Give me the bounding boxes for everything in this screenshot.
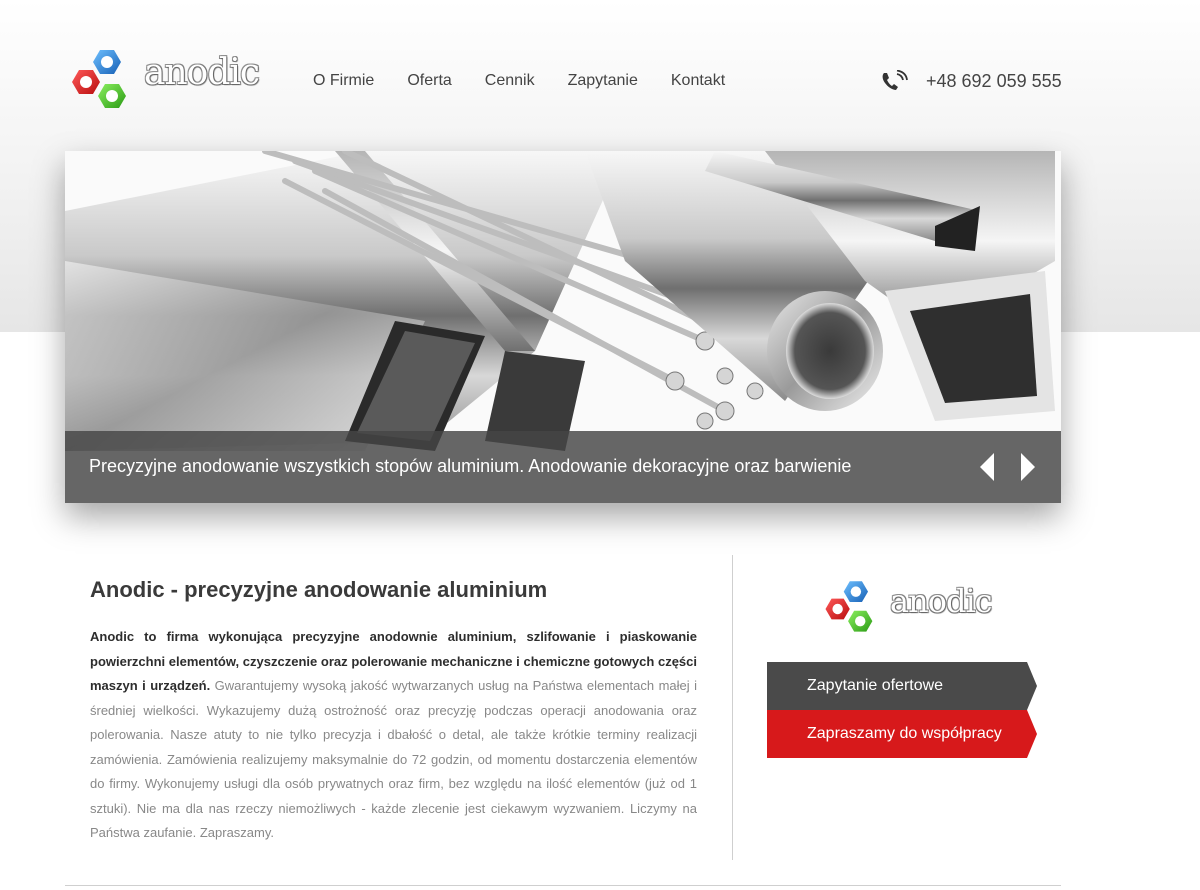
cooperation-button-label: Zapraszamy do współpracy xyxy=(807,725,1002,742)
logo-wordmark: anodic xyxy=(144,52,260,93)
hexagon-logo-icon xyxy=(72,50,126,108)
nav-item-zapytanie[interactable]: Zapytanie xyxy=(568,72,638,90)
phone-icon xyxy=(882,70,908,90)
footer-divider xyxy=(65,885,1061,886)
nav-item-oferta[interactable]: Oferta xyxy=(407,72,451,90)
slider-caption: Precyzyjne anodowanie wszystkich stopów … xyxy=(89,456,852,476)
inquiry-button-label: Zapytanie ofertowe xyxy=(807,677,944,694)
arrow-right-icon[interactable] xyxy=(1017,451,1037,483)
hero-slider: Precyzyjne anodowanie wszystkich stopów … xyxy=(65,151,1061,503)
sidebar-logo: anodic xyxy=(820,576,1000,642)
nav-item-kontakt[interactable]: Kontakt xyxy=(671,72,725,90)
intro-paragraph: Anodic to firma wykonująca precyzyjne an… xyxy=(90,625,697,846)
nav-item-o-firmie[interactable]: O Firmie xyxy=(313,72,374,90)
cooperation-button[interactable]: Zapraszamy do współpracy xyxy=(767,710,1037,758)
column-divider xyxy=(732,555,733,860)
phone-number: +48 692 059 555 xyxy=(926,70,1062,91)
logo-wordmark: anodic xyxy=(890,582,993,620)
nav-item-cennik[interactable]: Cennik xyxy=(485,72,535,90)
main-nav: O Firmie Oferta Cennik Zapytanie Kontakt xyxy=(313,72,758,90)
arrow-left-icon[interactable] xyxy=(978,451,998,483)
hexagon-logo-icon xyxy=(825,581,873,632)
site-logo[interactable]: anodic xyxy=(66,44,260,120)
phone-contact[interactable]: +48 692 059 555 xyxy=(880,70,1062,92)
slider-caption-bar: Precyzyjne anodowanie wszystkich stopów … xyxy=(65,431,1061,503)
page-title: Anodic - precyzyjne anodowanie aluminium xyxy=(90,577,548,602)
intro-body: Gwarantujemy wysoką jakość wytwarzanych … xyxy=(90,678,697,840)
inquiry-button[interactable]: Zapytanie ofertowe xyxy=(767,662,1037,710)
